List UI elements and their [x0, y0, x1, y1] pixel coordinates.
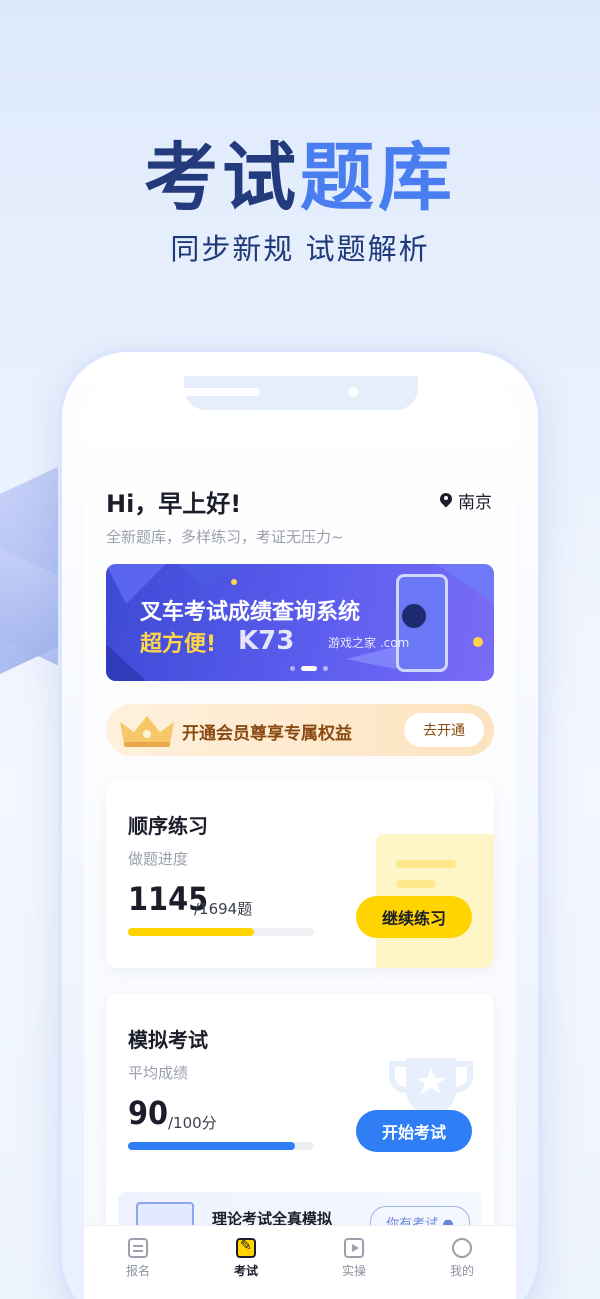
tab-label: 报名: [125, 1264, 150, 1278]
greeting: Hi，早上好!: [106, 490, 242, 518]
pencil-icon: [236, 1238, 256, 1258]
phone-speaker: [178, 388, 260, 396]
practice-total: /1694题: [194, 900, 253, 918]
tab-label: 我的: [449, 1264, 474, 1278]
location-selector[interactable]: 南京: [440, 488, 492, 513]
tab-label: 实操: [341, 1264, 366, 1278]
pagination-dot-active[interactable]: [301, 666, 317, 671]
vip-text: 开通会员尊享专属权益: [182, 724, 352, 744]
app-screen: Hi，早上好! 南京 全新题库，多样练习，考证无压力~ 叉车考试成绩查询系统 超…: [84, 376, 516, 1299]
exam-progress-fill: [128, 1142, 296, 1150]
exam-subtitle: 平均成绩: [128, 1064, 189, 1082]
tagline: 全新题库，多样练习，考证无压力~: [106, 528, 344, 546]
exam-score: 90: [128, 1094, 169, 1132]
practice-subtitle: 做题进度: [128, 850, 189, 868]
practice-progress-bar: [128, 928, 314, 936]
watermark-site: 游戏之家 .com: [328, 636, 410, 650]
exam-total: /100分: [168, 1114, 217, 1132]
location-pin-icon: [440, 493, 452, 509]
banner-person-illustration: [402, 604, 426, 628]
tab-signup[interactable]: 报名: [84, 1226, 192, 1299]
pagination-dot[interactable]: [290, 666, 295, 671]
exam-title: 模拟考试: [128, 1028, 208, 1052]
bottom-tab-bar: 报名 考试 实操 我的: [84, 1225, 516, 1299]
exam-progress-bar: [128, 1142, 314, 1150]
banner-highlight: 超方便!: [140, 632, 217, 657]
play-icon: [344, 1238, 364, 1258]
location-label: 南京: [458, 493, 492, 513]
mock-exam-card[interactable]: 模拟考试 平均成绩 90 /100分 开始考试 理论考试全真模拟 你有考试 ●: [106, 994, 494, 1234]
list-icon: [128, 1238, 148, 1258]
start-exam-button[interactable]: 开始考试: [356, 1110, 472, 1152]
practice-progress-fill: [128, 928, 254, 936]
crown-icon: [120, 716, 174, 747]
tab-label: 考试: [233, 1264, 258, 1278]
phone-camera: [348, 387, 358, 397]
hero-subtitle: 同步新规 试题解析: [170, 232, 430, 266]
tab-exam[interactable]: 考试: [192, 1226, 300, 1299]
user-icon: [452, 1238, 472, 1258]
vip-open-button[interactable]: 去开通: [404, 713, 484, 747]
hero-title: 考试题库: [0, 118, 600, 225]
continue-practice-button[interactable]: 继续练习: [356, 896, 472, 938]
practice-title: 顺序练习: [128, 814, 208, 838]
vip-banner[interactable]: 开通会员尊享专属权益 去开通: [106, 704, 494, 756]
banner-pagination: [290, 666, 328, 671]
sequential-practice-card[interactable]: 顺序练习 做题进度 1145 /1694题 继续练习: [106, 780, 494, 968]
watermark-logo: K73: [238, 626, 295, 656]
hero-title-part1: 考试: [144, 135, 300, 221]
promo-banner[interactable]: 叉车考试成绩查询系统 超方便! K73 游戏之家 .com: [106, 564, 494, 681]
tab-mine[interactable]: 我的: [408, 1226, 516, 1299]
tab-practical[interactable]: 实操: [300, 1226, 408, 1299]
hero-title-part2: 题库: [300, 135, 456, 221]
pagination-dot[interactable]: [323, 666, 328, 671]
banner-title: 叉车考试成绩查询系统: [140, 600, 361, 625]
